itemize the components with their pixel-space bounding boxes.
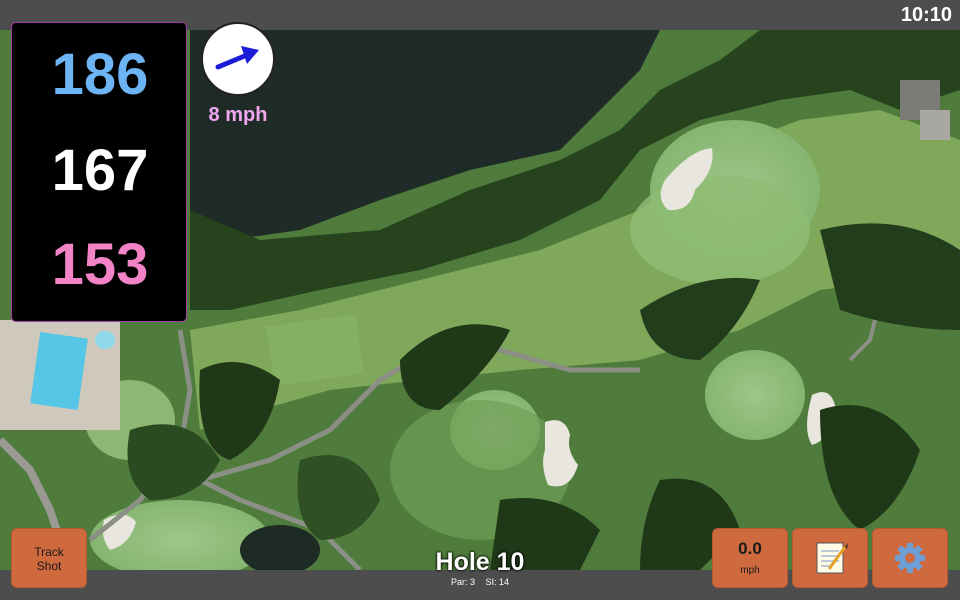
gear-icon — [895, 543, 925, 573]
hole-info: Par: 3 SI: 14 — [380, 577, 580, 587]
hole-par: Par: 3 — [450, 577, 475, 587]
yardage-panel: 186 167 153 — [11, 22, 187, 322]
clock: 10:10 — [900, 4, 952, 26]
notes-button[interactable] — [792, 528, 868, 588]
track-shot-button[interactable]: Track Shot — [11, 528, 87, 588]
front-yardage: 153 — [51, 232, 149, 297]
settings-button[interactable] — [872, 528, 948, 588]
hole-title: Hole 10 — [435, 548, 525, 576]
wind-direction-arrow-icon — [215, 46, 259, 70]
wind-speed-label: 8 mph — [208, 104, 268, 126]
wind-speed-value: 0.0 — [738, 539, 762, 558]
track-shot-label-line2: Shot — [36, 559, 62, 573]
wind-speed-unit: mph — [740, 565, 760, 576]
back-yardage: 186 — [51, 42, 149, 107]
wind-direction-indicator — [201, 22, 275, 96]
middle-yardage: 167 — [51, 138, 149, 203]
track-shot-label-line1: Track — [34, 545, 64, 559]
wind-speed-button[interactable]: 0.0 mph — [712, 528, 788, 588]
notepad-icon — [816, 542, 848, 574]
hole-stroke-index: SI: 14 — [485, 577, 510, 587]
